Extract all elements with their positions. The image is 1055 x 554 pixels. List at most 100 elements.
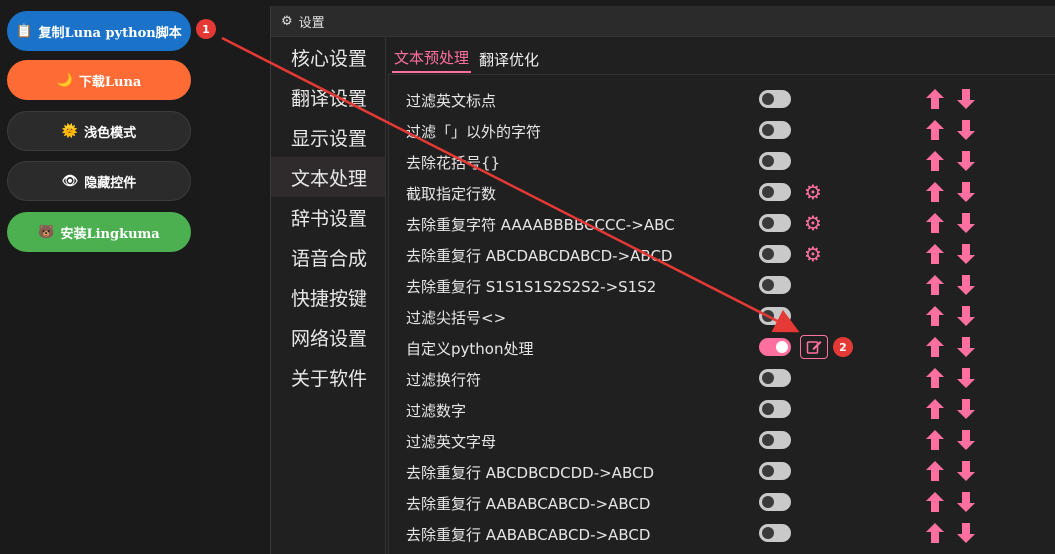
move-up-icon[interactable] — [924, 490, 946, 514]
option-label: 截取指定行数 — [406, 185, 497, 203]
option-row: 过滤「」以外的字符 — [389, 115, 1055, 146]
option-toggle[interactable] — [759, 307, 791, 325]
option-label: 过滤「」以外的字符 — [406, 123, 542, 141]
sidebar-item-1[interactable]: 核心设置 — [271, 37, 385, 77]
tab-2[interactable]: 翻译优化 — [477, 49, 541, 73]
option-toggle[interactable] — [759, 338, 791, 356]
move-up-icon[interactable] — [924, 304, 946, 328]
option-label: 去除重复行 S1S1S1S2S2S2->S1S2 — [406, 278, 657, 296]
gear-icon: ⚙ — [281, 13, 293, 29]
option-label: 去除重复行 AABABCABCD->ABCD — [406, 526, 651, 544]
sidebar-item-4[interactable]: 文本处理 — [271, 157, 385, 197]
settings-gear-icon[interactable]: ⚙ — [802, 181, 824, 203]
sidebar-item-5[interactable]: 辞书设置 — [271, 197, 385, 237]
option-toggle[interactable] — [759, 121, 791, 139]
sidebar-item-8[interactable]: 网络设置 — [271, 317, 385, 357]
option-label: 过滤英文字母 — [406, 433, 497, 451]
move-down-icon[interactable] — [955, 149, 977, 173]
left-button-4[interactable]: 👁 隐藏控件 — [7, 161, 191, 201]
option-toggle[interactable] — [759, 369, 791, 387]
settings-gear-icon[interactable]: ⚙ — [802, 243, 824, 265]
option-label: 去除重复行 AABABCABCD->ABCD — [406, 495, 651, 513]
option-toggle[interactable] — [759, 90, 791, 108]
move-up-icon[interactable] — [924, 521, 946, 545]
move-up-icon[interactable] — [924, 87, 946, 111]
left-button-1[interactable]: 📋 复制Luna python脚本 — [7, 11, 191, 51]
move-up-icon[interactable] — [924, 180, 946, 204]
option-row: 去除重复行 ABCDABCDABCD->ABCD ⚙ — [389, 239, 1055, 270]
option-toggle[interactable] — [759, 152, 791, 170]
option-row: 自定义python处理 2 — [389, 332, 1055, 363]
settings-gear-icon[interactable]: ⚙ — [802, 212, 824, 234]
option-toggle[interactable] — [759, 276, 791, 294]
move-down-icon[interactable] — [955, 428, 977, 452]
left-button-label: 隐藏控件 — [84, 175, 137, 191]
option-row: 过滤换行符 — [389, 363, 1055, 394]
tab-bar: 文本预处理 翻译优化 — [386, 37, 1055, 73]
edit-icon[interactable] — [800, 335, 828, 359]
option-label: 自定义python处理 — [406, 340, 534, 358]
move-down-icon[interactable] — [955, 397, 977, 421]
move-down-icon[interactable] — [955, 273, 977, 297]
sidebar-item-7[interactable]: 快捷按键 — [271, 277, 385, 317]
move-down-icon[interactable] — [955, 304, 977, 328]
settings-sidebar: 核心设置 翻译设置 显示设置 文本处理 辞书设置 语音合成 快捷按键 网络设置 关于软件 — [271, 37, 386, 554]
option-label: 过滤英文标点 — [406, 92, 497, 110]
option-row: 过滤数字 — [389, 394, 1055, 425]
move-up-icon[interactable] — [924, 242, 946, 266]
move-down-icon[interactable] — [955, 521, 977, 545]
sidebar-item-2[interactable]: 翻译设置 — [271, 77, 385, 117]
option-toggle[interactable] — [759, 214, 791, 232]
option-label: 去除重复行 ABCDBCDCDD->ABCD — [406, 464, 654, 482]
move-down-icon[interactable] — [955, 180, 977, 204]
option-row: 去除重复行 ABCDBCDCDD->ABCD — [389, 456, 1055, 487]
move-down-icon[interactable] — [955, 459, 977, 483]
left-button-label: 浅色模式 — [84, 125, 137, 141]
move-up-icon[interactable] — [924, 459, 946, 483]
settings-window: ⚙ 设置 核心设置 翻译设置 显示设置 文本处理 辞书设置 语音合成 快捷按键 网络设置 关于软… — [270, 6, 1055, 554]
sidebar-item-9[interactable]: 关于软件 — [271, 357, 385, 397]
option-label: 过滤数字 — [406, 402, 467, 420]
move-down-icon[interactable] — [955, 211, 977, 235]
option-list: 过滤英文标点 过滤「」以外的字符 去除花括号{} 截取指定行数 ⚙ 去除重复字符 AAAA… — [388, 74, 1055, 554]
left-button-label: 复制Luna python脚本 — [38, 25, 182, 41]
move-down-icon[interactable] — [955, 335, 977, 359]
option-row: 过滤尖括号<> — [389, 301, 1055, 332]
move-down-icon[interactable] — [955, 87, 977, 111]
option-toggle[interactable] — [759, 245, 791, 263]
left-button-label: 下载Luna — [78, 74, 142, 90]
sun-icon: 🌞 — [61, 123, 79, 139]
sidebar-item-6[interactable]: 语音合成 — [271, 237, 385, 277]
option-toggle[interactable] — [759, 431, 791, 449]
option-row: 过滤英文字母 — [389, 425, 1055, 456]
move-down-icon[interactable] — [955, 366, 977, 390]
option-row: 去除重复字符 AAAABBBBCCCC->ABC ⚙ — [389, 208, 1055, 239]
move-up-icon[interactable] — [924, 273, 946, 297]
move-up-icon[interactable] — [924, 428, 946, 452]
move-up-icon[interactable] — [924, 366, 946, 390]
tab-1[interactable]: 文本预处理 — [392, 47, 472, 73]
option-toggle[interactable] — [759, 524, 791, 542]
move-up-icon[interactable] — [924, 118, 946, 142]
move-down-icon[interactable] — [955, 118, 977, 142]
option-toggle[interactable] — [759, 493, 791, 511]
sidebar-item-3[interactable]: 显示设置 — [271, 117, 385, 157]
option-label: 去除重复行 ABCDABCDABCD->ABCD — [406, 247, 673, 265]
move-up-icon[interactable] — [924, 211, 946, 235]
settings-content: 文本预处理 翻译优化 过滤英文标点 过滤「」以外的字符 去除花括号{} 截取指定行数 ⚙ 去… — [386, 37, 1055, 554]
move-up-icon[interactable] — [924, 149, 946, 173]
move-up-icon[interactable] — [924, 335, 946, 359]
option-toggle[interactable] — [759, 462, 791, 480]
option-toggle[interactable] — [759, 400, 791, 418]
left-button-3[interactable]: 🌞 浅色模式 — [7, 111, 191, 151]
eye-icon: 👁 — [61, 173, 79, 189]
move-down-icon[interactable] — [955, 242, 977, 266]
left-button-5[interactable]: 🐻 安装Lingkuma — [7, 212, 191, 252]
move-down-icon[interactable] — [955, 490, 977, 514]
left-button-2[interactable]: 🌙 下载Luna — [7, 60, 191, 100]
option-toggle[interactable] — [759, 183, 791, 201]
option-row: 截取指定行数 ⚙ — [389, 177, 1055, 208]
moon-icon: 🌙 — [56, 72, 73, 88]
move-up-icon[interactable] — [924, 397, 946, 421]
option-row: 去除花括号{} — [389, 146, 1055, 177]
